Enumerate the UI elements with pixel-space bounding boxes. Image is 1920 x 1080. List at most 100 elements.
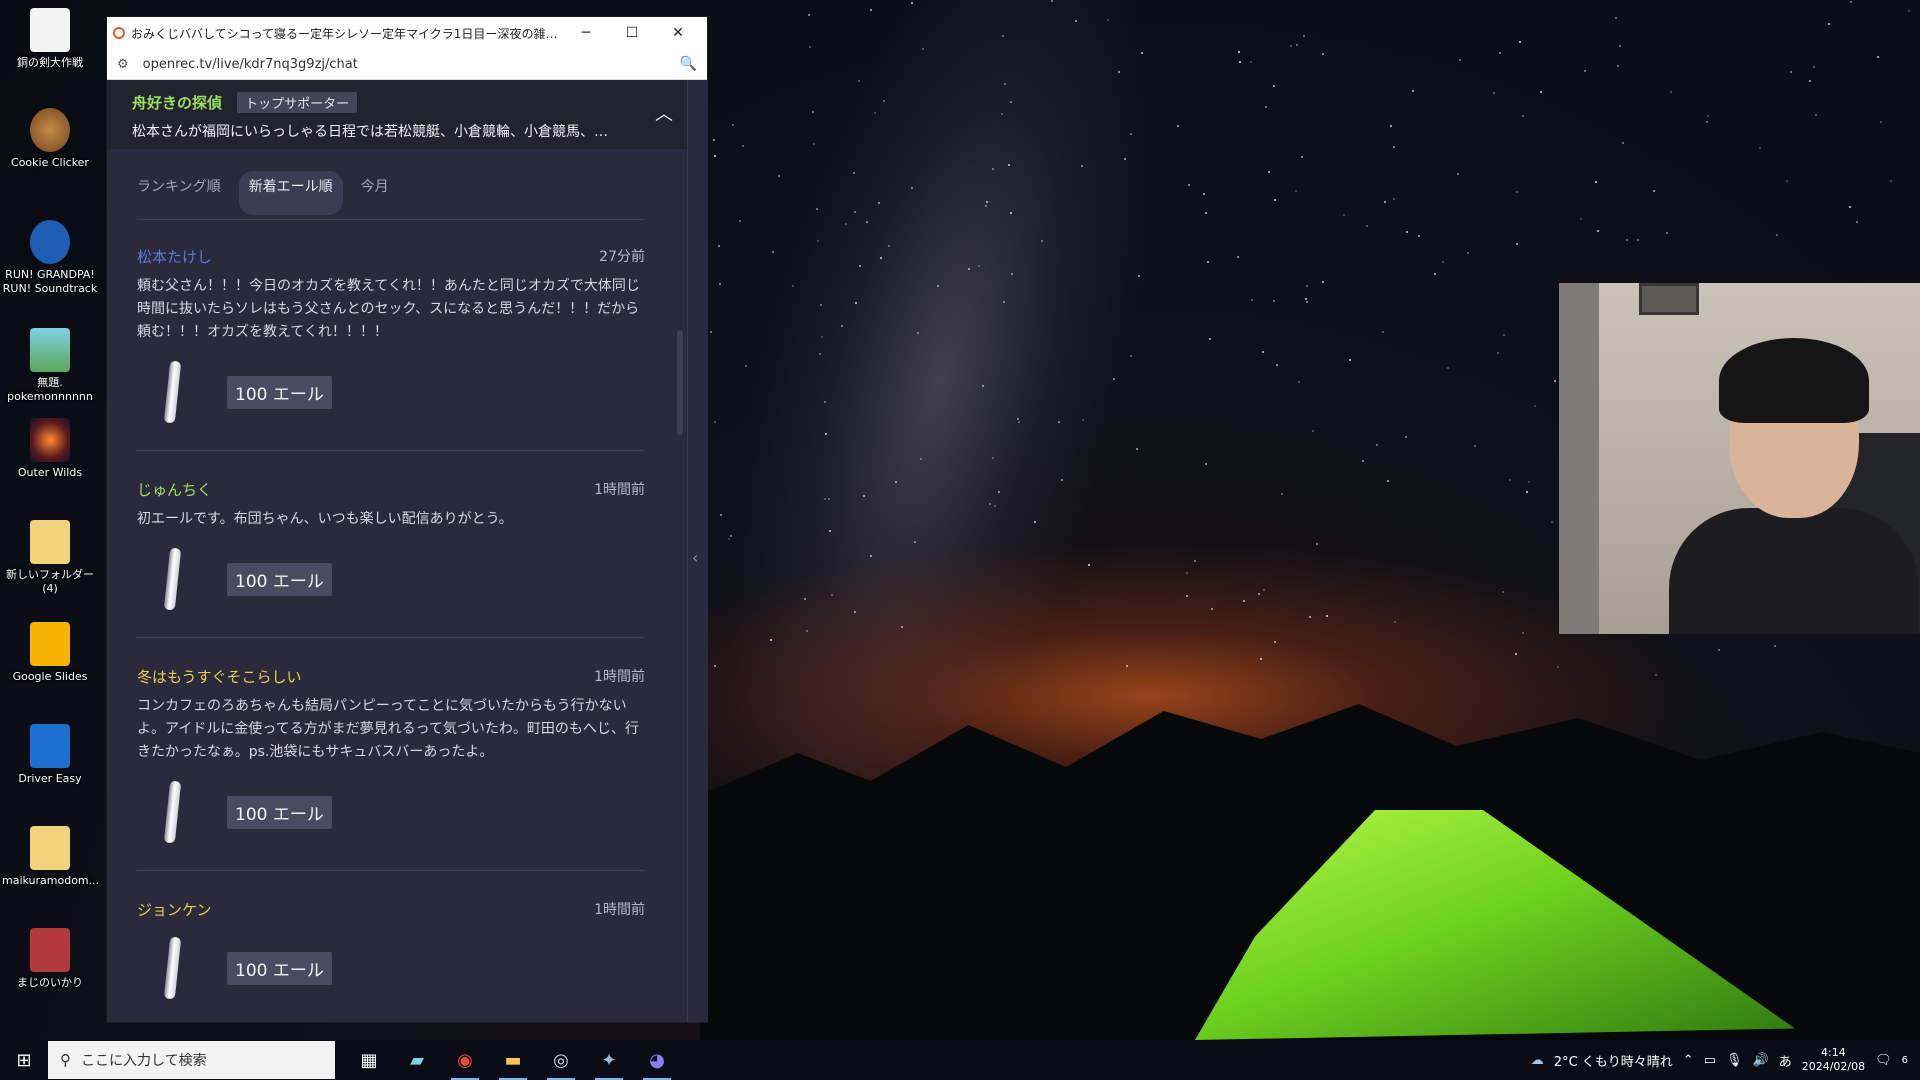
message-user-name[interactable]: ジョンケン [137,899,212,920]
star [1666,231,1669,234]
weather-text[interactable]: 2°C くもり時々晴れ [1554,1051,1673,1070]
desktop-icon-cookie-clicker[interactable]: Cookie Clicker [2,108,98,170]
browser-window: おみくじババしてシコって寝るー定年シレソー定年マイクラ1日目ー深夜の雑談 | O… [107,17,708,1022]
minimize-button[interactable]: ─ [563,25,609,41]
star [1275,364,1278,367]
app-icon[interactable]: ✦ [585,1040,633,1080]
star [1080,165,1083,168]
star [1382,331,1385,334]
url-text[interactable]: openrec.tv/live/kdr7nq3g9zj/chat [143,57,680,72]
star [1876,56,1879,59]
star [1135,447,1138,450]
site-settings-icon[interactable]: ⚙ [117,57,129,72]
speaker-icon[interactable]: 🔊 [1753,1053,1769,1068]
yell-message: 松本たけし 27分前 頼む父さん！！！今日のオカズを教えてくれ！！あんたと同じオ… [107,220,687,450]
star [1304,298,1307,301]
star [710,331,713,334]
pinned-user-name[interactable]: 舟好きの探偵 [132,94,222,112]
star [1594,181,1597,184]
chat-scrollbar-thumb[interactable] [677,330,683,435]
network-icon[interactable]: ▭ [1704,1053,1716,1068]
folder-icon [30,520,70,564]
taskbar-search-box[interactable]: ⚲ ここに入力して検索 [48,1041,335,1079]
star [1087,563,1090,566]
discord-icon[interactable]: ◕ [633,1040,681,1080]
message-user-name[interactable]: 松本たけし [137,246,212,267]
notepad-icon[interactable]: ▰ [393,1040,441,1080]
chevron-up-icon[interactable]: ⌃ [1683,1053,1694,1068]
star [1527,480,1530,483]
file-explorer-icon[interactable]: ▬ [489,1040,537,1080]
desktop-icon-label: Google Slides [12,670,88,683]
desktop-icon-new-folder[interactable]: 新しいフォルダー (4) [2,520,98,596]
slides-icon [30,622,70,666]
star [731,124,734,127]
star [1295,43,1298,46]
star [1306,301,1309,304]
desktop-icon-driver-easy[interactable]: Driver Easy [2,724,98,786]
star [1653,189,1655,192]
zoom-icon[interactable]: 🔍 [680,56,697,72]
star [1493,92,1496,95]
message-user-name[interactable]: 冬はもうすぐそこらしい [137,666,302,687]
star [1242,600,1245,603]
clock[interactable]: 4:14 2024/02/08 [1802,1046,1865,1074]
star [1618,45,1621,48]
star [1129,354,1132,357]
star [1758,147,1761,150]
close-button[interactable]: ✕ [655,25,701,41]
book-icon [30,928,70,972]
star [772,250,775,253]
window-titlebar[interactable]: おみくじババしてシコって寝るー定年シレソー定年マイクラ1日目ー深夜の雑談 | O… [107,17,707,49]
obs-icon[interactable]: ◎ [537,1040,585,1080]
weather-icon[interactable]: ☁ [1531,1053,1544,1068]
message-body: コンカフェのろあちゃんも結局パンピーってことに気づいたからもう行かないよ。アイド… [137,698,639,760]
star [1126,664,1129,667]
star [730,534,733,537]
star [1790,71,1793,74]
music-note-icon [30,220,70,264]
tab-newest-yell[interactable]: 新着エール順 [238,171,343,215]
star [1849,1,1852,4]
desktop-icon-majinoikari[interactable]: まじのいかり [2,928,98,990]
desktop-icon-outer-wilds[interactable]: Outer Wilds [2,418,98,480]
chevron-left-icon[interactable]: ‹ [692,548,698,567]
desktop-icon-maikura-folder[interactable]: maikuramodom... [2,826,100,888]
star [1774,644,1777,647]
notification-icon[interactable]: 🗨 [1875,1053,1892,1068]
search-placeholder: ここに入力して検索 [81,1053,207,1069]
notification-count: 6 [1901,1054,1908,1066]
star [1814,114,1817,117]
star [1393,198,1396,201]
star [714,421,717,424]
lightstick-icon [137,932,207,1004]
ime-indicator[interactable]: あ [1779,1051,1792,1070]
search-icon: ⚲ [60,1051,71,1069]
message-user-name[interactable]: じゅんちく [137,479,212,500]
task-view-icon[interactable]: ▦ [345,1040,393,1080]
star [1274,198,1277,201]
desktop-icon-doc[interactable]: 銅の剣大作戦 [2,8,98,70]
desktop-icon-label: maikuramodom... [2,874,100,887]
star [812,110,815,113]
star [1405,231,1408,234]
maximize-button[interactable]: ☐ [609,25,655,41]
webcam-curtain [1559,283,1599,634]
desktop-icon-google-slides[interactable]: Google Slides [2,622,98,684]
tab-this-month[interactable]: 今月 [351,171,399,215]
star [1433,273,1436,276]
star [1009,101,1012,104]
desktop-icon-pokemon[interactable]: 無題. pokemonnnnnn [2,328,98,404]
tab-ranking[interactable]: ランキング順 [127,171,231,215]
chrome-icon[interactable]: ◉ [441,1040,489,1080]
chevron-up-icon[interactable]: ︿ [655,100,673,126]
windows-start-icon[interactable]: ⊞ [0,1040,48,1080]
taskbar-apps: ▦ ▰ ◉ ▬ ◎ ✦ ◕ [345,1040,681,1080]
yell-message: ジョンケン 1時間前 100 エール [107,871,687,1022]
microphone-icon[interactable]: 🎙 [1726,1053,1743,1068]
desktop-icon-soundtrack[interactable]: RUN! GRANDPA! RUN! Soundtrack [2,220,98,296]
address-bar[interactable]: ⚙ openrec.tv/live/kdr7nq3g9zj/chat 🔍 [107,49,707,80]
desktop-icon-label: 銅の剣大作戦 [17,56,83,69]
star [770,638,773,641]
star [879,256,882,259]
